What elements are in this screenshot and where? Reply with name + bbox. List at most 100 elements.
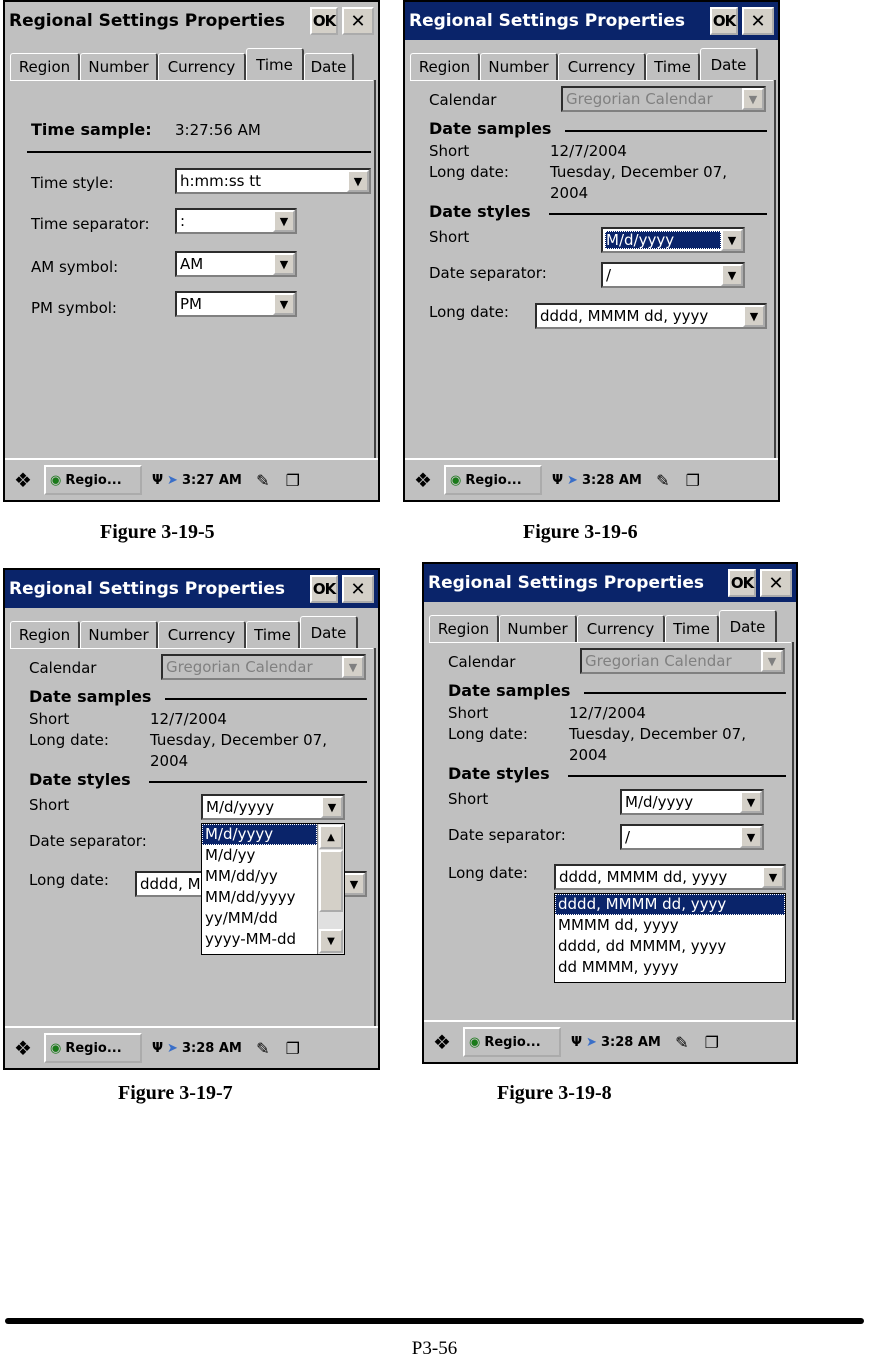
short-style-list[interactable]: M/d/yyyy M/d/yy MM/dd/yy MM/dd/yyyy yy/M… [201,823,345,955]
input-panel-icon[interactable]: ✎ [250,1035,276,1061]
ok-button[interactable]: OK [310,575,338,603]
short-style-dropdown[interactable]: M/d/yyyy ▼ [620,789,764,815]
windows-switch-icon[interactable]: ❐ [699,1029,725,1055]
time-style-dropdown[interactable]: h:mm:ss tt ▼ [175,168,371,194]
antenna-icon[interactable]: Ψ [152,1041,163,1056]
chevron-down-icon[interactable]: ▼ [761,650,783,672]
antenna-icon[interactable]: Ψ [152,473,163,488]
tab-region[interactable]: Region [410,53,480,80]
tab-date[interactable]: Date [304,53,354,80]
list-item[interactable]: dd MMMM, yyyy [555,957,785,978]
tab-date[interactable]: Date [700,48,758,80]
list-item[interactable]: dddd, dd MMMM, yyyy [555,936,785,957]
date-separator-dropdown[interactable]: / ▼ [601,262,745,288]
scroll-up-icon[interactable]: ▲ [319,825,343,849]
tab-currency[interactable]: Currency [158,53,246,80]
tab-time[interactable]: Time [246,621,300,648]
list-item[interactable]: MMMM dd, yyyy [555,915,785,936]
clock[interactable]: 3:27 AM [182,473,242,488]
list-item[interactable]: yy/MM/dd [202,908,317,929]
tab-number[interactable]: Number [80,621,158,648]
list-item[interactable]: MM/dd/yy [202,866,317,887]
windows-flag-icon[interactable]: ❖ [8,465,38,495]
calendar-dropdown[interactable]: Gregorian Calendar ▼ [580,648,785,674]
task-button[interactable]: ◉ Regio... [463,1027,561,1057]
task-button[interactable]: ◉ Regio... [44,1033,142,1063]
connection-icon[interactable]: ➤ [586,1035,597,1050]
input-panel-icon[interactable]: ✎ [669,1029,695,1055]
chevron-down-icon[interactable]: ▼ [740,826,762,848]
tab-currency[interactable]: Currency [558,53,646,80]
chevron-down-icon[interactable]: ▼ [321,796,343,818]
short-style-dropdown[interactable]: M/d/yyyy ▼ [601,227,745,253]
tab-region[interactable]: Region [10,621,80,648]
list-item[interactable]: yyyy-MM-dd [202,929,317,950]
connection-icon[interactable]: ➤ [167,473,178,488]
tab-number[interactable]: Number [80,53,158,80]
clock[interactable]: 3:28 AM [601,1035,661,1050]
calendar-dropdown[interactable]: Gregorian Calendar ▼ [161,654,366,680]
tab-region[interactable]: Region [429,615,499,642]
antenna-icon[interactable]: Ψ [552,473,563,488]
close-button[interactable]: ✕ [760,569,792,597]
close-button[interactable]: ✕ [342,575,374,603]
chevron-down-icon[interactable]: ▼ [740,791,762,813]
tab-currency[interactable]: Currency [158,621,246,648]
chevron-down-icon[interactable]: ▼ [273,210,295,232]
list-scrollbar[interactable]: ▲ ▼ [317,824,344,954]
tab-date[interactable]: Date [719,610,777,642]
chevron-down-icon[interactable]: ▼ [273,293,295,315]
windows-flag-icon[interactable]: ❖ [408,465,438,495]
chevron-down-icon[interactable]: ▼ [721,264,743,286]
windows-switch-icon[interactable]: ❐ [280,467,306,493]
pm-symbol-dropdown[interactable]: PM ▼ [175,291,297,317]
am-symbol-dropdown[interactable]: AM ▼ [175,251,297,277]
windows-flag-icon[interactable]: ❖ [8,1033,38,1063]
tab-region[interactable]: Region [10,53,80,80]
chevron-down-icon[interactable]: ▼ [343,873,365,895]
windows-switch-icon[interactable]: ❐ [280,1035,306,1061]
tab-time[interactable]: Time [665,615,719,642]
task-button[interactable]: ◉ Regio... [44,465,142,495]
chevron-down-icon[interactable]: ▼ [742,88,764,110]
tab-number[interactable]: Number [499,615,577,642]
long-style-dropdown[interactable]: dddd, MMMM dd, yyyy ▼ [535,303,767,329]
list-item[interactable]: M/d/yy [202,845,317,866]
ok-button[interactable]: OK [728,569,756,597]
chevron-down-icon[interactable]: ▼ [273,253,295,275]
list-item[interactable]: dddd, MMMM dd, yyyy [555,894,785,915]
calendar-dropdown[interactable]: Gregorian Calendar ▼ [561,86,766,112]
ok-button[interactable]: OK [710,7,738,35]
time-separator-dropdown[interactable]: : ▼ [175,208,297,234]
close-button[interactable]: ✕ [742,7,774,35]
tab-currency[interactable]: Currency [577,615,665,642]
clock[interactable]: 3:28 AM [182,1041,242,1056]
task-button[interactable]: ◉ Regio... [444,465,542,495]
short-style-dropdown[interactable]: M/d/yyyy ▼ [201,794,345,820]
windows-switch-icon[interactable]: ❐ [680,467,706,493]
chevron-down-icon[interactable]: ▼ [762,866,784,888]
clock[interactable]: 3:28 AM [582,473,642,488]
windows-flag-icon[interactable]: ❖ [427,1027,457,1057]
input-panel-icon[interactable]: ✎ [250,467,276,493]
list-item[interactable]: MM/dd/yyyy [202,887,317,908]
tab-date[interactable]: Date [300,616,358,648]
date-separator-dropdown[interactable]: / ▼ [620,824,764,850]
long-style-list[interactable]: dddd, MMMM dd, yyyy MMMM dd, yyyy dddd, … [554,893,786,983]
scroll-down-icon[interactable]: ▼ [319,929,343,953]
chevron-down-icon[interactable]: ▼ [721,229,743,251]
antenna-icon[interactable]: Ψ [571,1035,582,1050]
chevron-down-icon[interactable]: ▼ [743,305,765,327]
tab-number[interactable]: Number [480,53,558,80]
input-panel-icon[interactable]: ✎ [650,467,676,493]
tab-time[interactable]: Time [246,48,304,80]
long-style-dropdown[interactable]: dddd, MMMM dd, yyyy ▼ [554,864,786,890]
list-item[interactable]: M/d/yyyy [202,824,317,845]
close-button[interactable]: ✕ [342,7,374,35]
tab-time[interactable]: Time [646,53,700,80]
ok-button[interactable]: OK [310,7,338,35]
connection-icon[interactable]: ➤ [567,473,578,488]
chevron-down-icon[interactable]: ▼ [347,170,369,192]
connection-icon[interactable]: ➤ [167,1041,178,1056]
chevron-down-icon[interactable]: ▼ [342,656,364,678]
